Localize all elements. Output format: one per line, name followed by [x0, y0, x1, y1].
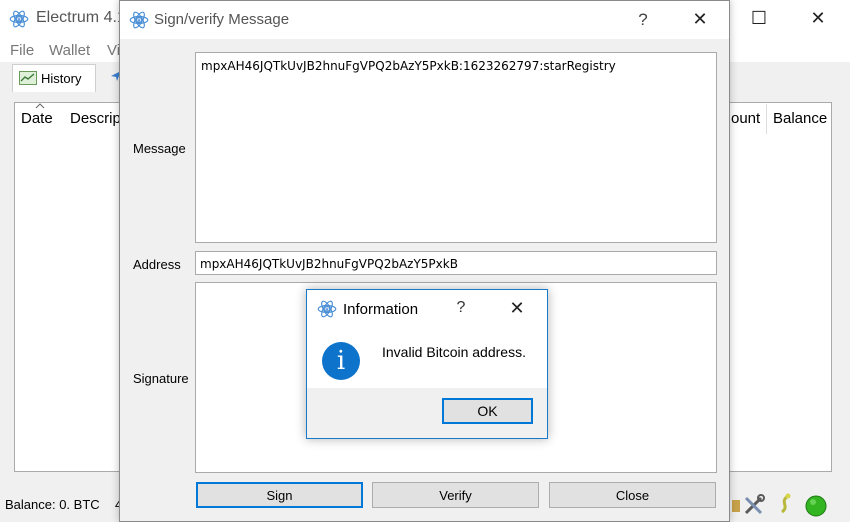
sign-button[interactable]: Sign	[196, 482, 363, 508]
balance-text: Balance: 0. BTC	[5, 497, 100, 512]
signature-label: Signature	[133, 371, 189, 386]
ok-button[interactable]: OK	[442, 398, 533, 424]
electrum-logo-icon	[129, 10, 149, 30]
help-icon[interactable]: ?	[628, 10, 658, 30]
sign-verify-title: Sign/verify Message	[154, 11, 290, 28]
tools-icon[interactable]	[743, 494, 765, 516]
menu-file[interactable]: File	[10, 42, 34, 59]
address-label: Address	[133, 257, 181, 272]
maximize-icon[interactable]: ☐	[741, 8, 777, 29]
column-separator	[766, 104, 767, 134]
network-status-icon[interactable]	[804, 494, 828, 518]
lock-icon[interactable]	[732, 496, 740, 514]
address-text: mpxAH46JQTkUvJB2hnuFgVPQ2bAzY5PxkB	[200, 257, 458, 271]
information-message: Invalid Bitcoin address.	[382, 344, 526, 360]
information-title: Information	[343, 301, 419, 318]
column-header-amount[interactable]: ount	[731, 110, 760, 127]
tab-history[interactable]: History	[12, 64, 96, 92]
sort-asc-icon	[35, 103, 45, 109]
close-icon[interactable]: ✕	[685, 9, 715, 30]
address-input[interactable]: mpxAH46JQTkUvJB2hnuFgVPQ2bAzY5PxkB	[195, 251, 717, 275]
sign-verify-dialog: Sign/verify Message ? ✕ Message mpxAH46J…	[119, 0, 730, 522]
column-header-description[interactable]: Descrip	[70, 110, 121, 127]
menu-wallet[interactable]: Wallet	[49, 42, 90, 59]
close-button[interactable]: Close	[549, 482, 716, 508]
message-text: mpxAH46JQTkUvJB2hnuFgVPQ2bAzY5PxkB:16232…	[201, 59, 616, 73]
column-header-balance[interactable]: Balance	[773, 110, 827, 127]
close-icon[interactable]: ✕	[502, 298, 532, 319]
information-icon: i	[322, 342, 360, 380]
information-dialog: Information ? ✕ i Invalid Bitcoin addres…	[306, 289, 548, 439]
help-icon[interactable]: ?	[446, 299, 476, 317]
verify-button[interactable]: Verify	[372, 482, 539, 508]
electrum-logo-icon	[317, 299, 337, 319]
main-window-title: Electrum 4.1.	[36, 9, 131, 26]
electrum-logo-icon	[9, 9, 29, 29]
message-textarea[interactable]: mpxAH46JQTkUvJB2hnuFgVPQ2bAzY5PxkB:16232…	[195, 52, 717, 243]
tab-history-label: History	[41, 71, 82, 86]
history-icon	[19, 71, 37, 85]
close-icon[interactable]: ✕	[800, 8, 836, 29]
message-label: Message	[133, 141, 186, 156]
column-header-date[interactable]: Date	[21, 110, 53, 127]
seed-icon[interactable]	[776, 492, 796, 516]
